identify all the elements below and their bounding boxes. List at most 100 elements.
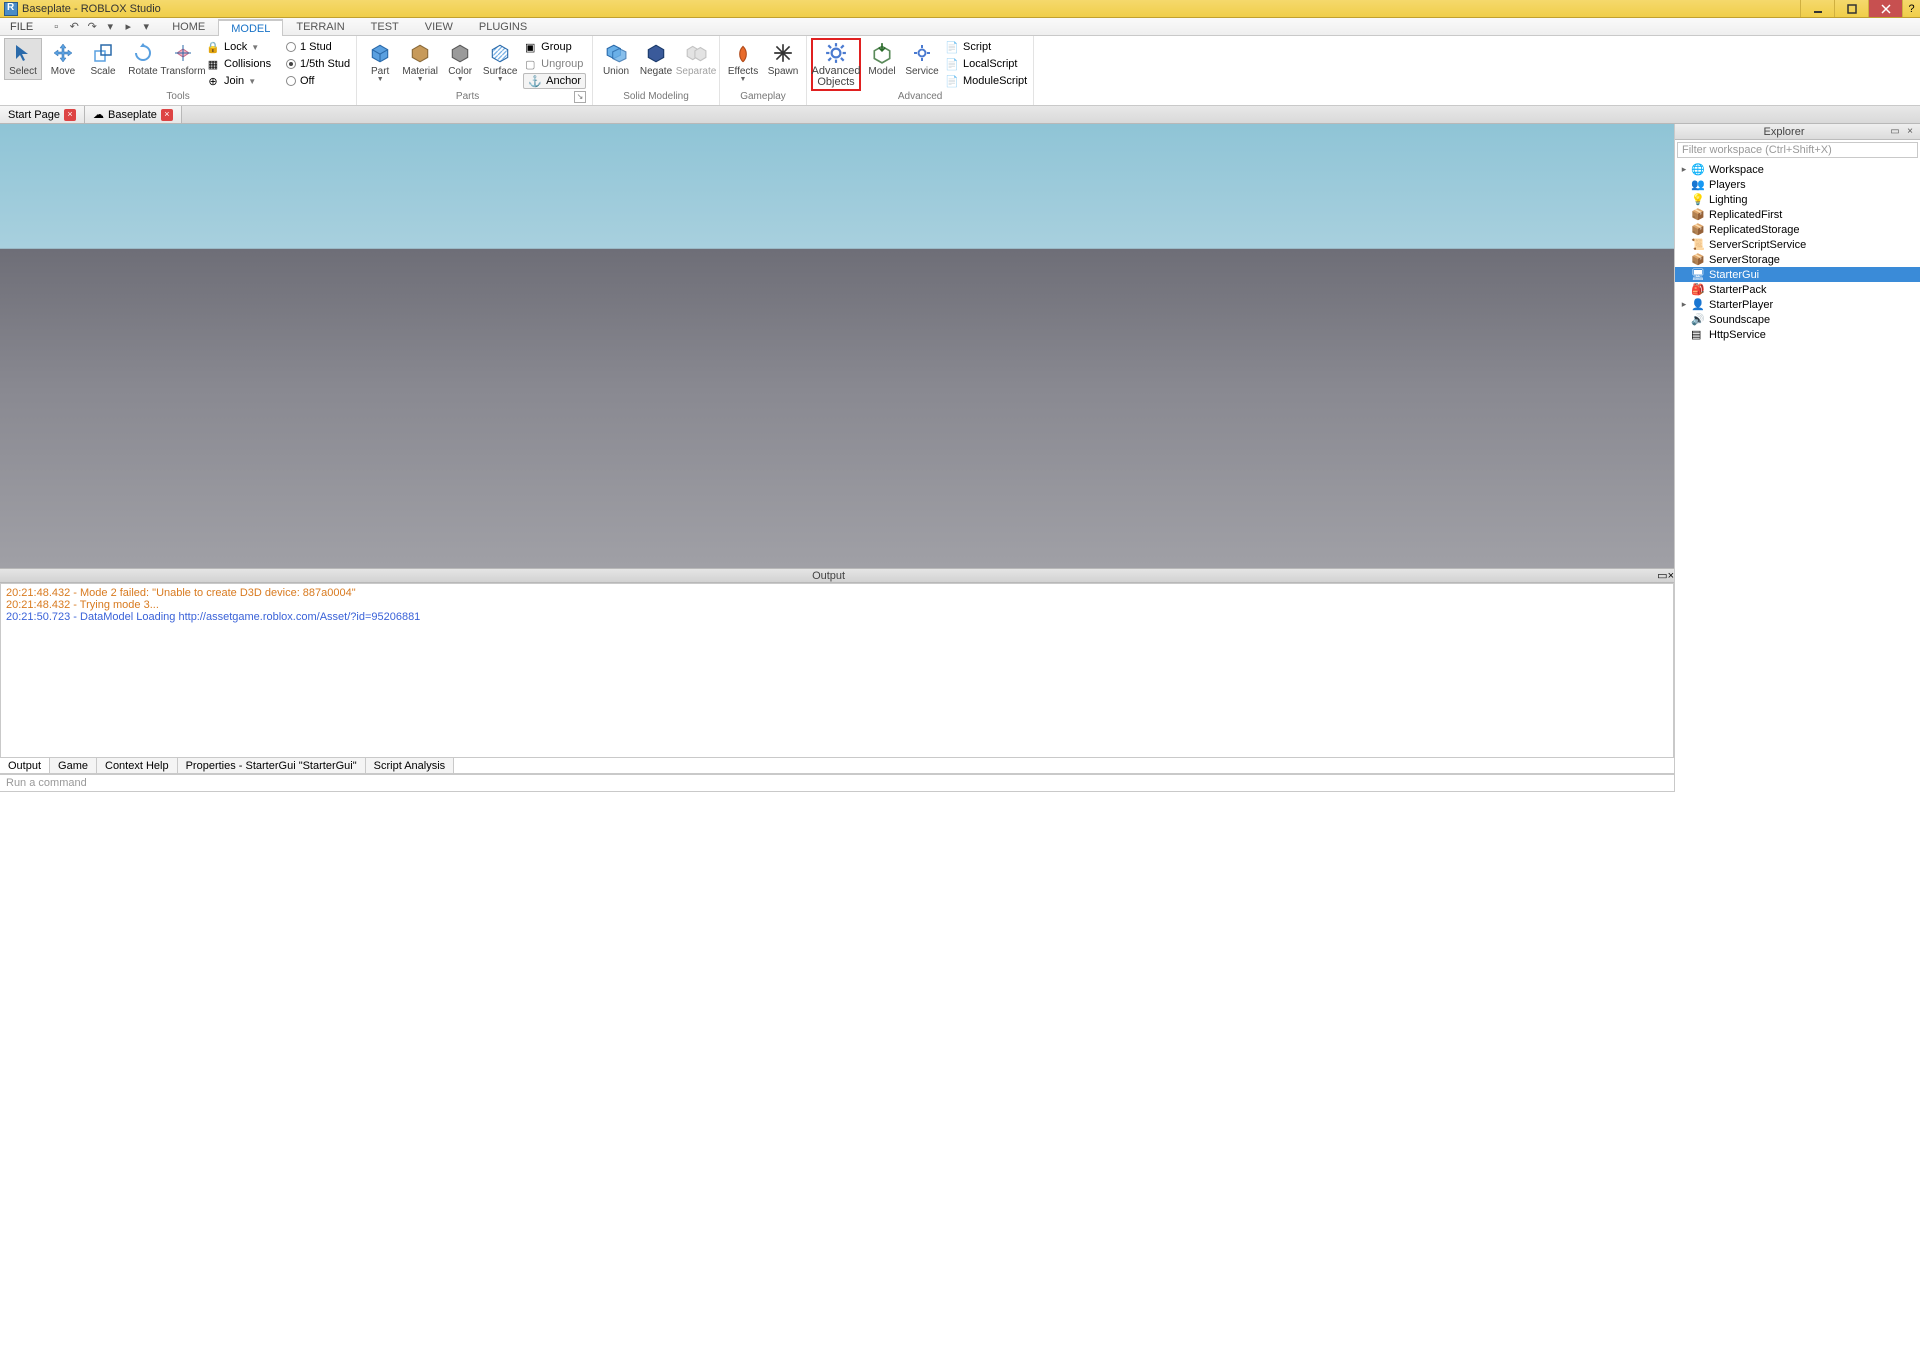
file-menu[interactable]: FILE [0, 18, 43, 35]
output-body[interactable]: 20:21:48.432 - Mode 2 failed: "Unable to… [0, 583, 1674, 758]
help-icon[interactable]: ? [1902, 0, 1920, 17]
script-button[interactable]: 📄Script [945, 39, 1027, 55]
snap-1stud[interactable]: 1 Stud [286, 39, 350, 55]
node-replicatedstorage[interactable]: 📦ReplicatedStorage [1675, 222, 1920, 237]
maximize-button[interactable] [1834, 0, 1868, 17]
output-line: 20:21:50.723 - DataModel Loading http://… [6, 611, 1668, 623]
snap-off[interactable]: Off [286, 73, 350, 89]
node-soundscape[interactable]: 🔊Soundscape [1675, 312, 1920, 327]
select-button[interactable]: Select [4, 38, 42, 80]
close-tab-icon[interactable]: × [161, 109, 173, 121]
close-panel-icon[interactable]: × [1904, 126, 1916, 138]
output-title: Output [0, 570, 1657, 582]
explorer-tree[interactable]: ▸🌐Workspace 👥Players 💡Lighting 📦Replicat… [1675, 160, 1920, 792]
btab-game[interactable]: Game [50, 758, 97, 773]
join-dropdown[interactable]: ⊕Join ▼ [206, 73, 280, 89]
collisions-toggle[interactable]: ▦Collisions [206, 56, 280, 72]
node-serverscriptservice[interactable]: 📜ServerScriptService [1675, 237, 1920, 252]
close-tab-icon[interactable]: × [64, 109, 76, 121]
tab-home[interactable]: HOME [159, 18, 218, 35]
explorer-filter-input[interactable]: Filter workspace (Ctrl+Shift+X) [1677, 142, 1918, 158]
close-button[interactable] [1868, 0, 1902, 17]
group-button[interactable]: ▣Group [523, 39, 586, 55]
node-players[interactable]: 👥Players [1675, 177, 1920, 192]
group-title-parts: Parts [361, 91, 574, 105]
separate-button[interactable]: Separate [677, 38, 715, 80]
minimize-button[interactable] [1800, 0, 1834, 17]
anchor-button[interactable]: ⚓Anchor [523, 73, 586, 89]
node-replicatedfirst[interactable]: 📦ReplicatedFirst [1675, 207, 1920, 222]
negate-button[interactable]: Negate [637, 38, 675, 80]
document-tabs: Start Page× ☁Baseplate× [0, 106, 1920, 124]
join-icon: ⊕ [206, 74, 220, 88]
menu-bar: FILE ▫ ↶ ↷ ▾ ▸ ▾ HOME MODEL TERRAIN TEST… [0, 18, 1920, 36]
service-button[interactable]: Service [903, 38, 941, 80]
btab-context[interactable]: Context Help [97, 758, 178, 773]
group-title-solid: Solid Modeling [597, 91, 715, 105]
lock-icon: 🔒 [206, 40, 220, 54]
localscript-icon: 📄 [945, 57, 959, 71]
union-button[interactable]: Union [597, 38, 635, 80]
rotate-button[interactable]: Rotate [124, 38, 162, 80]
node-starterpack[interactable]: 🎒StarterPack [1675, 282, 1920, 297]
group-icon: ▣ [523, 40, 537, 54]
command-input[interactable]: Run a command [0, 774, 1674, 792]
ungroup-button[interactable]: ▢Ungroup [523, 56, 586, 72]
node-httpservice[interactable]: ▤HttpService [1675, 327, 1920, 342]
undock-icon[interactable]: ▭ [1889, 126, 1901, 138]
qat-new-icon[interactable]: ▫ [49, 20, 63, 34]
snap-15stud[interactable]: 1/5th Stud [286, 56, 350, 72]
modulescript-icon: 📄 [945, 74, 959, 88]
modulescript-button[interactable]: 📄ModuleScript [945, 73, 1027, 89]
color-button[interactable]: Color▼ [441, 38, 479, 86]
parts-launcher[interactable]: ↘ [574, 91, 586, 103]
title-bar: Baseplate - ROBLOX Studio ? [0, 0, 1920, 18]
insert-model-button[interactable]: Model [863, 38, 901, 80]
qat-redo-icon[interactable]: ↷ [85, 20, 99, 34]
btab-scriptanalysis[interactable]: Script Analysis [366, 758, 455, 773]
qat-more-icon[interactable]: ▾ [139, 20, 153, 34]
doctab-startpage[interactable]: Start Page× [0, 106, 85, 123]
node-lighting[interactable]: 💡Lighting [1675, 192, 1920, 207]
effects-button[interactable]: Effects▼ [724, 38, 762, 86]
viewport-3d[interactable] [0, 124, 1674, 568]
empty-area [0, 1080, 1920, 1354]
qat-sep-icon: ▾ [103, 20, 117, 34]
qat-play-icon[interactable]: ▸ [121, 20, 135, 34]
tab-test[interactable]: TEST [358, 18, 412, 35]
move-button[interactable]: Move [44, 38, 82, 80]
tab-view[interactable]: VIEW [412, 18, 466, 35]
undock-icon[interactable]: ▭ [1657, 569, 1667, 582]
node-workspace[interactable]: ▸🌐Workspace [1675, 162, 1920, 177]
scale-button[interactable]: Scale [84, 38, 122, 80]
surface-button[interactable]: Surface▼ [481, 38, 519, 86]
node-serverstorage[interactable]: 📦ServerStorage [1675, 252, 1920, 267]
node-starterplayer[interactable]: ▸👤StarterPlayer [1675, 297, 1920, 312]
bottom-tabs: Output Game Context Help Properties - St… [0, 758, 1674, 774]
tab-plugins[interactable]: PLUGINS [466, 18, 540, 35]
cloud-icon: ☁ [93, 108, 104, 121]
node-startergui[interactable]: 🖥StarterGui [1675, 267, 1920, 282]
localscript-button[interactable]: 📄LocalScript [945, 56, 1027, 72]
part-button[interactable]: Part▼ [361, 38, 399, 86]
anchor-icon: ⚓ [528, 74, 542, 88]
output-header: Output ▭ × [0, 568, 1674, 583]
close-panel-icon[interactable]: × [1668, 570, 1674, 582]
group-title-tools: Tools [4, 91, 352, 105]
output-line: 20:21:48.432 - Mode 2 failed: "Unable to… [6, 587, 1668, 599]
qat-undo-icon[interactable]: ↶ [67, 20, 81, 34]
tab-terrain[interactable]: TERRAIN [283, 18, 357, 35]
output-line: 20:21:48.432 - Trying mode 3... [6, 599, 1668, 611]
advanced-objects-button[interactable]: AdvancedObjects [811, 38, 861, 91]
transform-button[interactable]: Transform [164, 38, 202, 80]
tab-model[interactable]: MODEL [218, 19, 283, 36]
btab-properties[interactable]: Properties - StarterGui "StarterGui" [178, 758, 366, 773]
lock-dropdown[interactable]: 🔒Lock ▼ [206, 39, 280, 55]
doctab-baseplate[interactable]: ☁Baseplate× [85, 106, 182, 123]
spawn-button[interactable]: Spawn [764, 38, 802, 80]
material-button[interactable]: Material▼ [401, 38, 439, 86]
group-title-gameplay: Gameplay [724, 91, 802, 105]
btab-output[interactable]: Output [0, 758, 50, 773]
script-icon: 📄 [945, 40, 959, 54]
explorer-title: Explorer [1679, 126, 1889, 138]
